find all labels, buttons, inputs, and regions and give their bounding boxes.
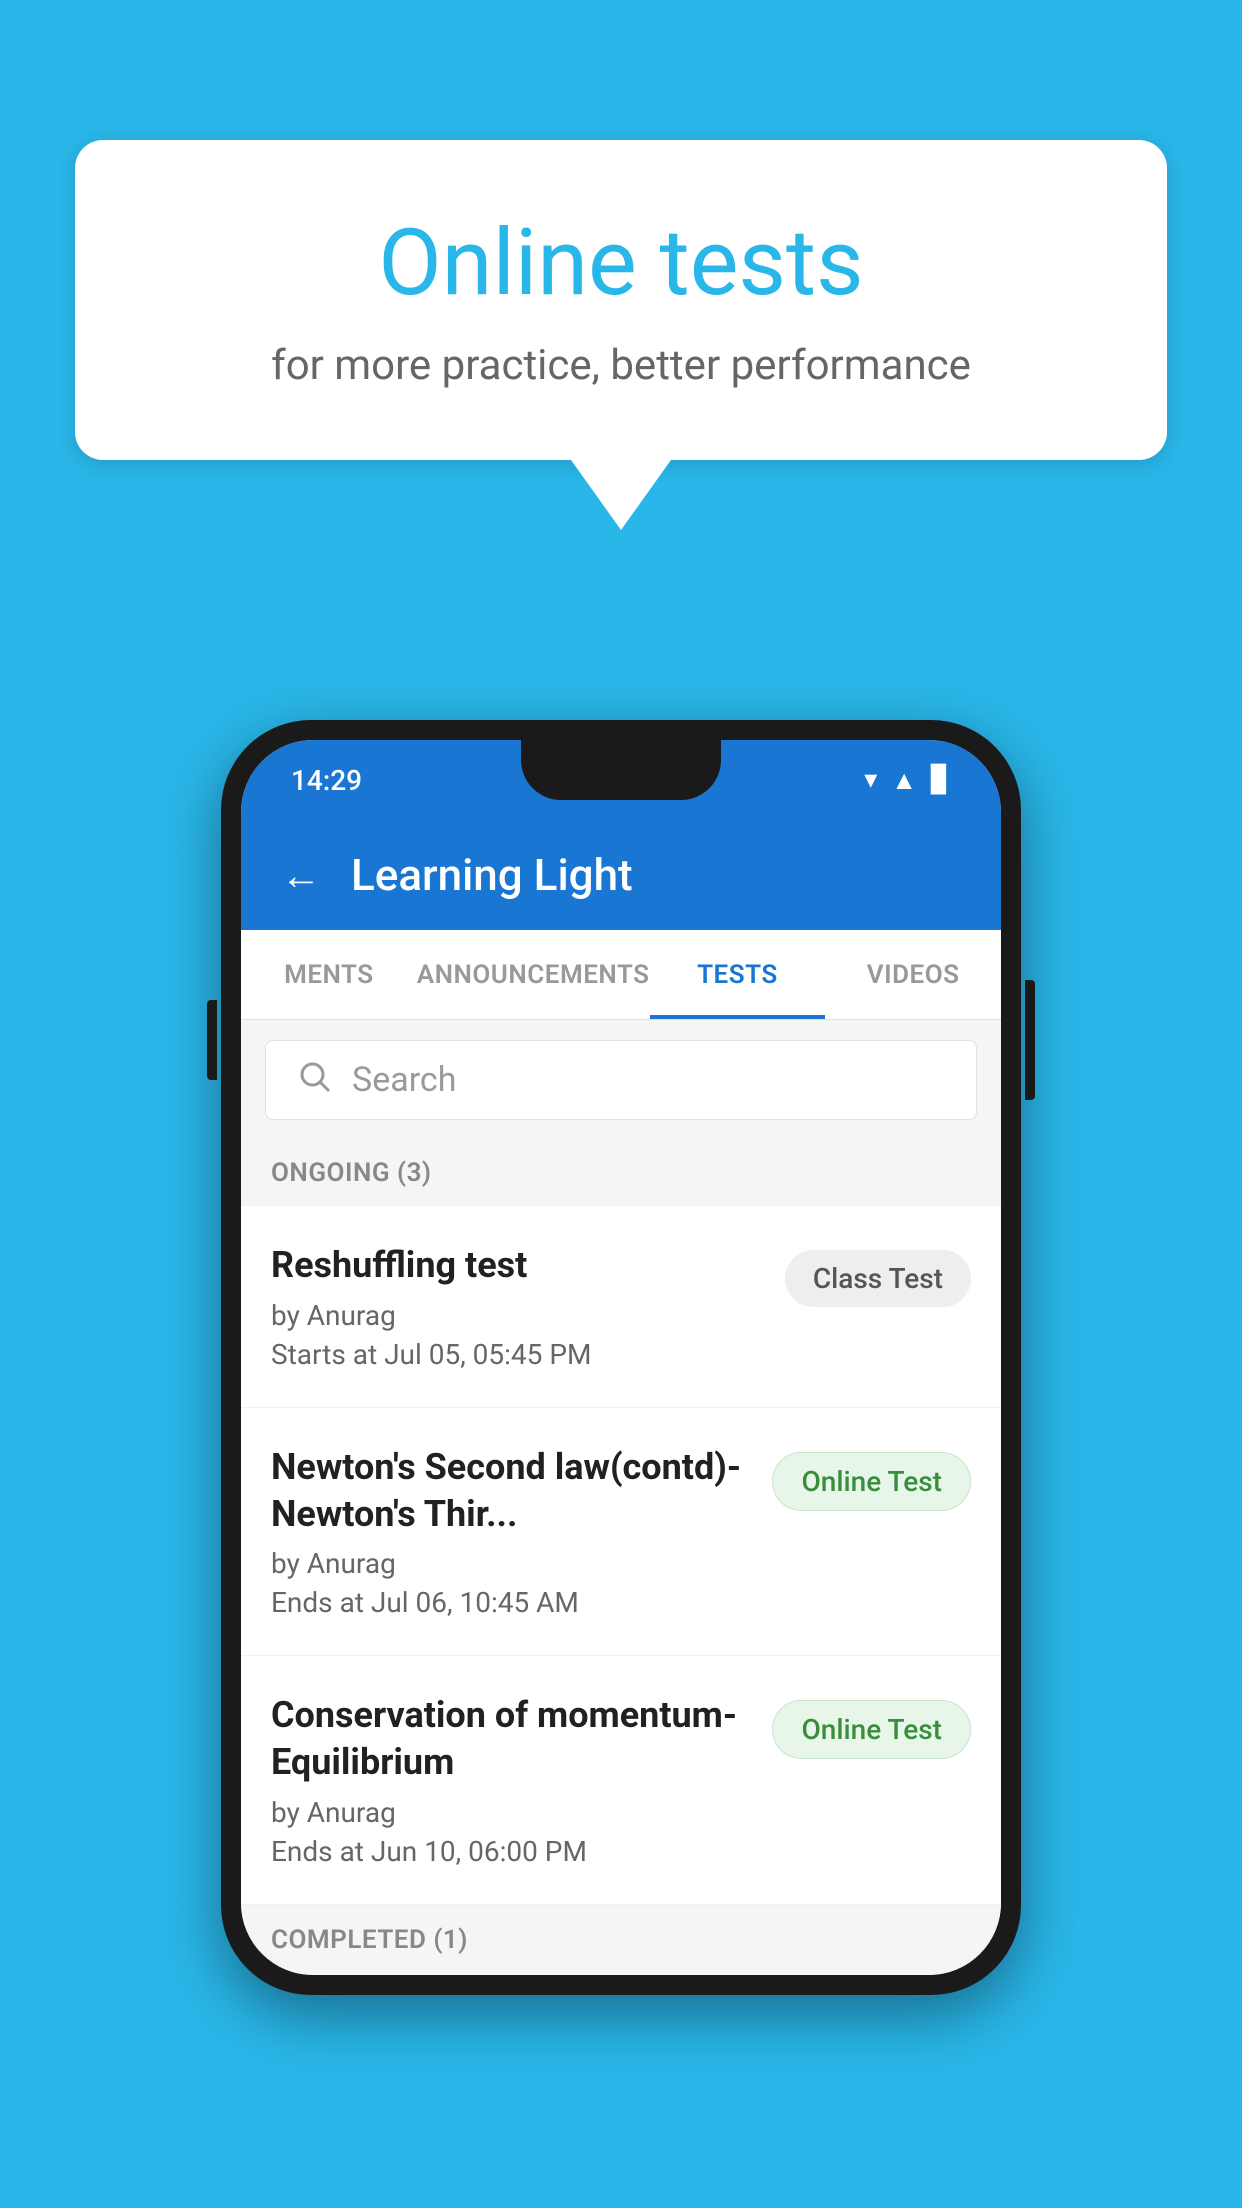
phone-screen: 14:29 ▾ ▲ ▊ ← Learning Light MENTS ANNOU… <box>241 740 1001 1975</box>
app-bar: ← Learning Light <box>241 820 1001 930</box>
test-item-content: Reshuffling test by Anurag Starts at Jul… <box>271 1242 785 1371</box>
test-item-date: Ends at Jul 06, 10:45 AM <box>271 1586 752 1619</box>
phone-container: 14:29 ▾ ▲ ▊ ← Learning Light MENTS ANNOU… <box>221 720 1021 1995</box>
app-bar-title: Learning Light <box>351 849 633 901</box>
test-item-date: Starts at Jul 05, 05:45 PM <box>271 1338 765 1371</box>
battery-icon: ▊ <box>931 765 951 795</box>
test-item-reshuffling[interactable]: Reshuffling test by Anurag Starts at Jul… <box>241 1206 1001 1408</box>
test-item-content: Newton's Second law(contd)-Newton's Thir… <box>271 1444 772 1620</box>
tab-ments[interactable]: MENTS <box>241 930 417 1019</box>
wifi-icon: ▾ <box>864 765 877 795</box>
tab-videos[interactable]: VIDEOS <box>825 930 1001 1019</box>
search-placeholder: Search <box>352 1060 456 1100</box>
test-item-content: Conservation of momentum-Equilibrium by … <box>271 1692 772 1868</box>
speech-bubble-subtitle: for more practice, better performance <box>135 341 1107 390</box>
back-button[interactable]: ← <box>281 852 321 899</box>
status-time: 14:29 <box>291 764 362 797</box>
status-bar: 14:29 ▾ ▲ ▊ <box>241 740 1001 820</box>
ongoing-section-header: ONGOING (3) <box>241 1140 1001 1206</box>
test-item-author: by Anurag <box>271 1547 752 1580</box>
completed-label: COMPLETED (1) <box>271 1925 468 1955</box>
signal-icon: ▲ <box>891 765 917 796</box>
tab-bar: MENTS ANNOUNCEMENTS TESTS VIDEOS <box>241 930 1001 1020</box>
test-item-conservation[interactable]: Conservation of momentum-Equilibrium by … <box>241 1656 1001 1905</box>
test-item-author: by Anurag <box>271 1299 765 1332</box>
status-icons: ▾ ▲ ▊ <box>864 765 951 796</box>
test-item-title: Reshuffling test <box>271 1242 765 1289</box>
speech-bubble-arrow <box>571 460 671 530</box>
test-badge-online-2: Online Test <box>772 1700 971 1759</box>
speech-bubble-title: Online tests <box>135 210 1107 317</box>
test-item-author: by Anurag <box>271 1796 752 1829</box>
search-icon <box>296 1058 332 1103</box>
search-container: Search <box>241 1020 1001 1140</box>
test-item-newton[interactable]: Newton's Second law(contd)-Newton's Thir… <box>241 1408 1001 1657</box>
tab-announcements[interactable]: ANNOUNCEMENTS <box>417 930 650 1019</box>
phone: 14:29 ▾ ▲ ▊ ← Learning Light MENTS ANNOU… <box>221 720 1021 1995</box>
test-badge-class: Class Test <box>785 1250 971 1307</box>
completed-section-header: COMPLETED (1) <box>241 1905 1001 1975</box>
speech-bubble-container: Online tests for more practice, better p… <box>75 140 1167 530</box>
ongoing-label: ONGOING (3) <box>271 1158 432 1188</box>
search-input[interactable]: Search <box>265 1040 977 1120</box>
tab-tests[interactable]: TESTS <box>650 930 826 1019</box>
test-item-title: Newton's Second law(contd)-Newton's Thir… <box>271 1444 752 1538</box>
test-item-title: Conservation of momentum-Equilibrium <box>271 1692 752 1786</box>
speech-bubble: Online tests for more practice, better p… <box>75 140 1167 460</box>
test-item-date: Ends at Jun 10, 06:00 PM <box>271 1835 752 1868</box>
test-badge-online: Online Test <box>772 1452 971 1511</box>
